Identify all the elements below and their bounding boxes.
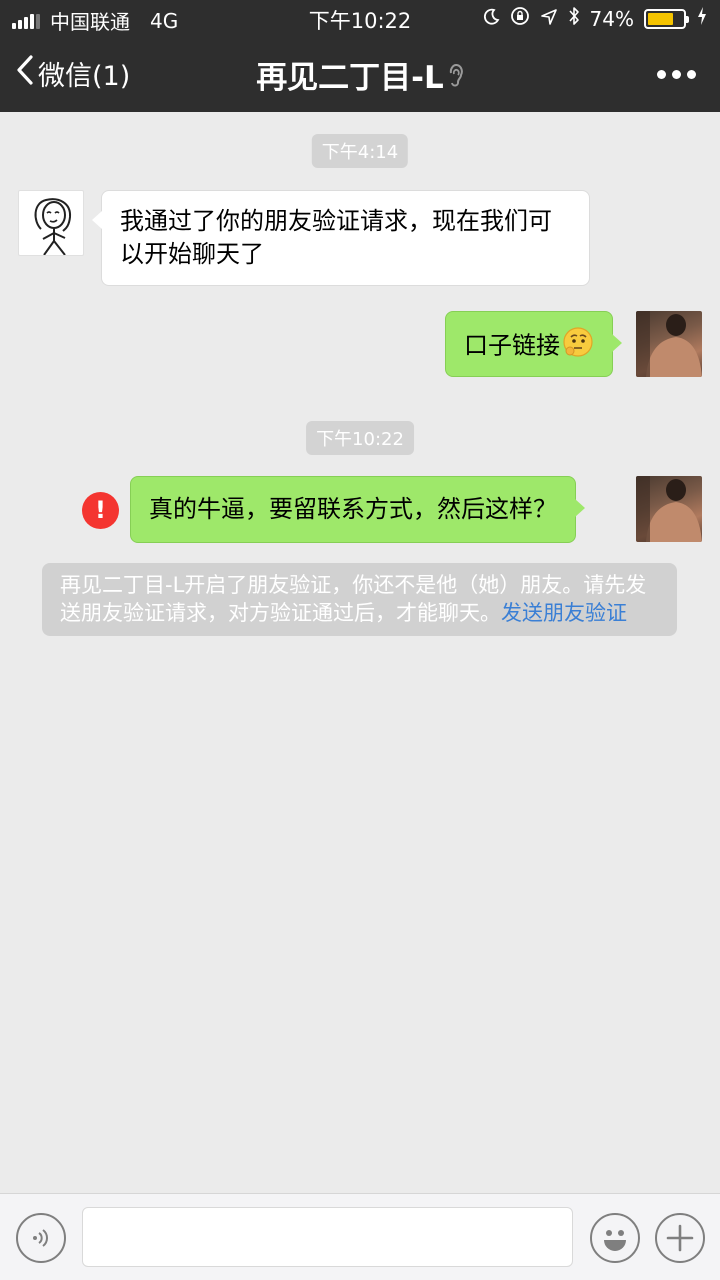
moon-icon <box>482 7 500 31</box>
input-bar <box>0 1193 720 1280</box>
my-message-text-2: 真的牛逼，要留联系方式，然后这样？ <box>149 495 557 523</box>
emoji-icon[interactable] <box>590 1213 640 1263</box>
friend-verification-notice: 再见二丁目-L开启了朋友验证，你还不是他（她）朋友。请先发送朋友验证请求，对方验… <box>42 563 677 636</box>
charging-icon <box>696 6 708 31</box>
friend-message-bubble[interactable]: 我通过了你的朋友验证请求，现在我们可以开始聊天了 <box>92 190 590 286</box>
send-verification-link[interactable]: 发送朋友验证 <box>501 601 627 625</box>
battery-icon <box>644 8 689 29</box>
my-message-bubble-1[interactable]: 口子链接 <box>445 311 622 377</box>
rotation-lock-icon <box>510 6 530 31</box>
thinking-face-emoji-icon <box>562 326 594 367</box>
chat-title-text: 再见二丁目-L <box>256 60 444 96</box>
chat-title: 再见二丁目-L <box>0 52 720 97</box>
friend-message-text: 我通过了你的朋友验证请求，现在我们可以开始聊天了 <box>120 207 552 268</box>
more-icon[interactable] <box>657 70 696 79</box>
plus-icon[interactable] <box>655 1213 705 1263</box>
my-avatar-1[interactable] <box>636 311 702 377</box>
voice-icon[interactable] <box>16 1213 66 1263</box>
status-right: 74% <box>482 6 708 31</box>
status-bar: 中国联通 4G 下午10:22 74% <box>0 0 720 36</box>
nav-bar: 微信(1) 再见二丁目-L <box>0 36 720 112</box>
my-message-text-1: 口子链接 <box>464 331 560 360</box>
message-input[interactable] <box>82 1207 573 1267</box>
battery-level-fill <box>648 12 674 25</box>
my-avatar-2[interactable] <box>636 476 702 542</box>
battery-percent: 74% <box>589 6 634 31</box>
bluetooth-icon <box>568 6 580 31</box>
timestamp-1: 下午4:14 <box>311 134 409 168</box>
my-message-bubble-2[interactable]: 真的牛逼，要留联系方式，然后这样？ <box>130 476 585 543</box>
friend-avatar[interactable] <box>18 190 84 256</box>
ear-icon <box>448 64 464 94</box>
timestamp-2: 下午10:22 <box>306 421 414 455</box>
location-icon <box>540 7 558 31</box>
send-failed-icon[interactable]: ! <box>82 492 119 529</box>
